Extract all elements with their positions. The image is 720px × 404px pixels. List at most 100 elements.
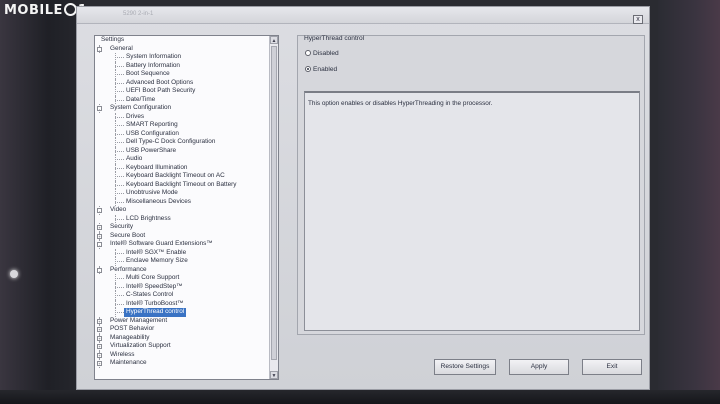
tree-item[interactable]: - Performance bbox=[95, 265, 269, 274]
tree-item[interactable]: Boot Sequence bbox=[95, 70, 269, 79]
tree-item[interactable]: Settings bbox=[95, 36, 269, 45]
collapse-icon[interactable]: - bbox=[97, 242, 102, 247]
restore-settings-button[interactable]: Restore Settings bbox=[434, 359, 496, 375]
tree-item[interactable]: + Secure Boot bbox=[95, 231, 269, 240]
tree-scrollbar[interactable]: ▲ ▼ bbox=[269, 36, 278, 379]
tree-item[interactable]: Multi Core Support bbox=[95, 274, 269, 283]
tree-line bbox=[115, 295, 124, 296]
tree-item[interactable]: System Information bbox=[95, 53, 269, 62]
tree-line bbox=[115, 176, 124, 177]
tree-rows: Settings - General System Information Batter… bbox=[95, 36, 269, 368]
tree-item-label: System Configuration bbox=[110, 104, 172, 111]
tree-item[interactable]: SMART Reporting bbox=[95, 121, 269, 130]
tree-item-label: Intel® Software Guard Extensions™ bbox=[110, 240, 213, 247]
expand-icon[interactable]: + bbox=[97, 225, 102, 230]
tree-item[interactable]: HyperThread control bbox=[95, 308, 269, 317]
tree-item[interactable]: Battery Information bbox=[95, 61, 269, 70]
expand-icon[interactable]: + bbox=[97, 335, 102, 341]
expand-icon[interactable]: + bbox=[97, 318, 102, 324]
collapse-icon[interactable]: - bbox=[97, 106, 102, 111]
tree-item[interactable]: - Intel® Software Guard Extensions™ bbox=[95, 240, 269, 249]
tree-item[interactable]: Unobtrusive Mode bbox=[95, 189, 269, 198]
tree-item-label: USB Configuration bbox=[126, 129, 179, 137]
scroll-down-icon[interactable]: ▼ bbox=[270, 371, 278, 379]
expand-icon[interactable]: + bbox=[97, 327, 102, 332]
bios-window: 5290 2-in-1 x Settings - General System Inf… bbox=[76, 6, 650, 390]
tree-item[interactable]: USB Configuration bbox=[95, 129, 269, 138]
tree-item-label: General bbox=[110, 44, 133, 52]
tree-item[interactable]: USB PowerShare bbox=[95, 146, 269, 155]
tree-item-label: Security bbox=[110, 223, 134, 230]
tree-item[interactable]: Miscellaneous Devices bbox=[95, 197, 269, 206]
radio-disabled[interactable]: Disabled bbox=[305, 50, 339, 57]
radio-label-disabled: Disabled bbox=[313, 50, 339, 57]
tree-line bbox=[115, 201, 124, 203]
tree-line bbox=[115, 252, 124, 254]
tree-item[interactable]: C-States Control bbox=[95, 291, 269, 300]
tree-item[interactable]: Advanced Boot Options bbox=[95, 78, 269, 87]
tree-item[interactable]: + Power Management bbox=[95, 316, 269, 325]
radio-circle-icon[interactable] bbox=[305, 50, 311, 56]
exit-button[interactable]: Exit bbox=[582, 359, 642, 375]
tree-item-label: Maintenance bbox=[110, 359, 147, 366]
tree-line bbox=[115, 278, 124, 279]
tree-line bbox=[115, 99, 124, 101]
tree-item[interactable]: Dell Type-C Dock Configuration bbox=[95, 138, 269, 147]
tree-item[interactable]: Date/Time bbox=[95, 95, 269, 104]
collapse-icon[interactable]: - bbox=[97, 267, 102, 273]
tree-item[interactable]: + Maintenance bbox=[95, 359, 269, 368]
title-bar: 5290 2-in-1 x bbox=[77, 7, 649, 24]
tree-item-label: UEFI Boot Path Security bbox=[126, 87, 196, 94]
tree-item[interactable]: Keyboard Backlight Timeout on Battery bbox=[95, 180, 269, 189]
tree-item[interactable]: Intel® SGX™ Enable bbox=[95, 248, 269, 257]
tree-item-label: Settings bbox=[101, 36, 125, 43]
window-title: 5290 2-in-1 bbox=[123, 11, 154, 17]
scroll-up-icon[interactable]: ▲ bbox=[270, 36, 278, 44]
tree-item[interactable]: LCD Brightness bbox=[95, 214, 269, 223]
tree-item[interactable]: - Video bbox=[95, 206, 269, 215]
tree-item-label: USB PowerShare bbox=[126, 146, 177, 154]
radio-label-enabled: Enabled bbox=[313, 66, 338, 73]
tree-item-label: Multi Core Support bbox=[126, 274, 180, 281]
description-text: This option enables or disables HyperThr… bbox=[308, 100, 493, 107]
tree-item-label: Power Management bbox=[110, 316, 168, 324]
tree-item[interactable]: + Manageability bbox=[95, 333, 269, 342]
tree-item[interactable]: Audio bbox=[95, 155, 269, 164]
tree-line bbox=[115, 184, 124, 186]
tree-line bbox=[115, 91, 124, 92]
tree-item[interactable]: - General bbox=[95, 44, 269, 53]
tree-item[interactable]: + Virtualization Support bbox=[95, 342, 269, 351]
scroll-thumb[interactable] bbox=[271, 46, 277, 360]
collapse-icon[interactable]: - bbox=[97, 208, 102, 213]
tree-line bbox=[115, 312, 124, 313]
expand-icon[interactable]: + bbox=[97, 361, 102, 366]
tree-item[interactable]: Intel® SpeedStep™ bbox=[95, 282, 269, 291]
tree-item-label: Virtualization Support bbox=[110, 342, 171, 349]
tree-item[interactable]: Intel® TurboBoost™ bbox=[95, 299, 269, 308]
collapse-icon[interactable]: - bbox=[97, 46, 102, 52]
tree-item-label: System Information bbox=[126, 53, 182, 60]
tree-item[interactable]: UEFI Boot Path Security bbox=[95, 87, 269, 96]
tree-item[interactable]: + POST Behavior bbox=[95, 325, 269, 334]
tree-item[interactable]: Drives bbox=[95, 112, 269, 121]
radio-enabled[interactable]: Enabled bbox=[305, 66, 337, 73]
expand-icon[interactable]: + bbox=[97, 352, 102, 358]
tree-item-label: Advanced Boot Options bbox=[126, 78, 194, 86]
expand-icon[interactable]: + bbox=[97, 233, 102, 239]
expand-icon[interactable]: + bbox=[97, 344, 102, 349]
tree-line bbox=[115, 286, 124, 288]
tree-item-label: POST Behavior bbox=[110, 325, 155, 332]
tree-line bbox=[115, 57, 124, 58]
tree-item[interactable]: + Security bbox=[95, 223, 269, 232]
tree-item[interactable]: Keyboard Illumination bbox=[95, 163, 269, 172]
apply-button[interactable]: Apply bbox=[509, 359, 569, 375]
tree-item-label: Miscellaneous Devices bbox=[126, 197, 191, 205]
tree-item-label: Secure Boot bbox=[110, 231, 146, 239]
tree-item[interactable]: Keyboard Backlight Timeout on AC bbox=[95, 172, 269, 181]
tree-item[interactable]: - System Configuration bbox=[95, 104, 269, 113]
radio-circle-icon[interactable] bbox=[305, 66, 311, 72]
tree-item[interactable]: + Wireless bbox=[95, 350, 269, 359]
tree-item[interactable]: Enclave Memory Size bbox=[95, 257, 269, 266]
tree-line bbox=[115, 116, 124, 118]
close-button[interactable]: x bbox=[633, 15, 643, 24]
